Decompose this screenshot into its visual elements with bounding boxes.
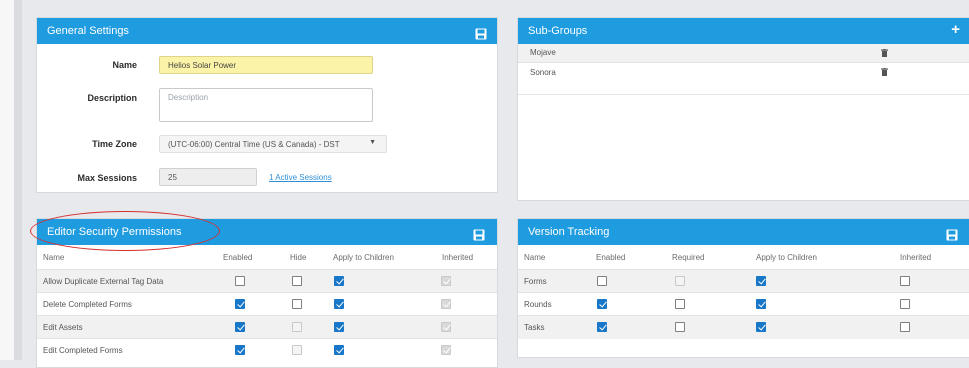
subgroup-name: Sonora	[530, 68, 556, 77]
apply-checkbox[interactable]	[334, 299, 344, 309]
required-checkbox[interactable]	[675, 322, 685, 332]
column-header-inherited: Inherited	[900, 253, 932, 262]
panel-title: General Settings	[47, 25, 129, 37]
general-settings-header: General Settings	[37, 18, 497, 44]
enabled-checkbox[interactable]	[235, 299, 245, 309]
table-row: Edit Assets	[37, 315, 497, 339]
inherited-checkbox	[441, 299, 451, 309]
enabled-checkbox[interactable]	[235, 345, 245, 355]
required-checkbox[interactable]	[675, 276, 685, 286]
time-zone-value: (UTC-06:00) Central Time (US & Canada) -…	[168, 140, 340, 149]
list-bottom-border	[518, 94, 969, 95]
apply-checkbox[interactable]	[334, 322, 344, 332]
enabled-checkbox[interactable]	[597, 322, 607, 332]
column-header-required: Required	[672, 253, 705, 262]
permission-name: Allow Duplicate External Tag Data	[43, 277, 164, 286]
hide-checkbox[interactable]	[292, 299, 302, 309]
trash-icon[interactable]	[881, 68, 888, 76]
tracking-name: Forms	[524, 277, 547, 286]
panel-title: Sub-Groups	[528, 25, 588, 37]
enabled-checkbox[interactable]	[597, 276, 607, 286]
caret-down-icon: ▼	[369, 139, 376, 146]
sub-groups-header: Sub-Groups +	[518, 18, 969, 44]
permission-name: Edit Completed Forms	[43, 346, 123, 355]
panel-title: Version Tracking	[528, 226, 610, 238]
inherited-checkbox	[441, 345, 451, 355]
table-row: Edit Completed Forms	[37, 338, 497, 362]
list-item[interactable]: Sonora	[518, 62, 969, 83]
table-row: Delete Completed Forms	[37, 292, 497, 316]
highlight-annotation-circle	[30, 211, 220, 251]
column-header-name: Name	[43, 253, 65, 262]
list-item[interactable]: Mojave	[518, 44, 969, 62]
tracking-name: Tasks	[524, 323, 545, 332]
table-row: Rounds	[518, 292, 969, 316]
version-tracking-panel: Version Tracking Name Enabled Required A…	[517, 218, 969, 358]
trash-icon[interactable]	[881, 49, 888, 57]
required-checkbox[interactable]	[675, 299, 685, 309]
hide-checkbox[interactable]	[292, 276, 302, 286]
save-icon[interactable]	[946, 225, 958, 251]
table-row: Allow Duplicate External Tag Data	[37, 269, 497, 293]
description-field[interactable]: Description	[159, 88, 373, 122]
hide-checkbox[interactable]	[292, 345, 302, 355]
tracking-name: Rounds	[524, 300, 552, 309]
sub-groups-panel: Sub-Groups + Mojave Sonora	[517, 17, 969, 201]
enabled-checkbox[interactable]	[597, 299, 607, 309]
inherited-checkbox[interactable]	[900, 322, 910, 332]
table-row: Tasks	[518, 315, 969, 339]
max-sessions-label: Max Sessions	[77, 173, 137, 183]
save-icon[interactable]	[473, 225, 485, 251]
name-label: Name	[112, 60, 137, 70]
description-label: Description	[87, 93, 137, 103]
left-divider	[14, 0, 22, 360]
version-tracking-header: Version Tracking	[518, 219, 969, 245]
column-header-inherited: Inherited	[442, 253, 474, 262]
permission-name: Edit Assets	[43, 323, 83, 332]
table-row: Forms	[518, 269, 969, 293]
inherited-checkbox	[441, 322, 451, 332]
active-sessions-link[interactable]: 1 Active Sessions	[269, 173, 332, 182]
plus-icon[interactable]: +	[951, 22, 960, 38]
apply-checkbox[interactable]	[756, 322, 766, 332]
apply-checkbox[interactable]	[756, 299, 766, 309]
apply-checkbox[interactable]	[334, 345, 344, 355]
column-header-name: Name	[524, 253, 546, 262]
apply-checkbox[interactable]	[334, 276, 344, 286]
enabled-checkbox[interactable]	[235, 276, 245, 286]
max-sessions-field[interactable]: 25	[159, 168, 257, 186]
inherited-checkbox[interactable]	[900, 299, 910, 309]
column-header-apply: Apply to Children	[333, 253, 394, 262]
save-icon[interactable]	[475, 24, 487, 50]
left-margin	[0, 0, 14, 360]
inherited-checkbox	[441, 276, 451, 286]
subgroup-name: Mojave	[530, 48, 556, 57]
permission-name: Delete Completed Forms	[43, 300, 132, 309]
column-header-enabled: Enabled	[596, 253, 626, 262]
column-header-enabled: Enabled	[223, 253, 253, 262]
column-header-apply: Apply to Children	[756, 253, 817, 262]
general-settings-panel: General Settings Name Helios Solar Power…	[36, 17, 498, 193]
description-placeholder: Description	[168, 93, 209, 102]
enabled-checkbox[interactable]	[235, 322, 245, 332]
name-field[interactable]: Helios Solar Power	[159, 56, 373, 74]
time-zone-label: Time Zone	[92, 139, 137, 149]
apply-checkbox[interactable]	[756, 276, 766, 286]
time-zone-select[interactable]: (UTC-06:00) Central Time (US & Canada) -…	[159, 135, 387, 153]
column-header-hide: Hide	[290, 253, 307, 262]
inherited-checkbox[interactable]	[900, 276, 910, 286]
hide-checkbox[interactable]	[292, 322, 302, 332]
